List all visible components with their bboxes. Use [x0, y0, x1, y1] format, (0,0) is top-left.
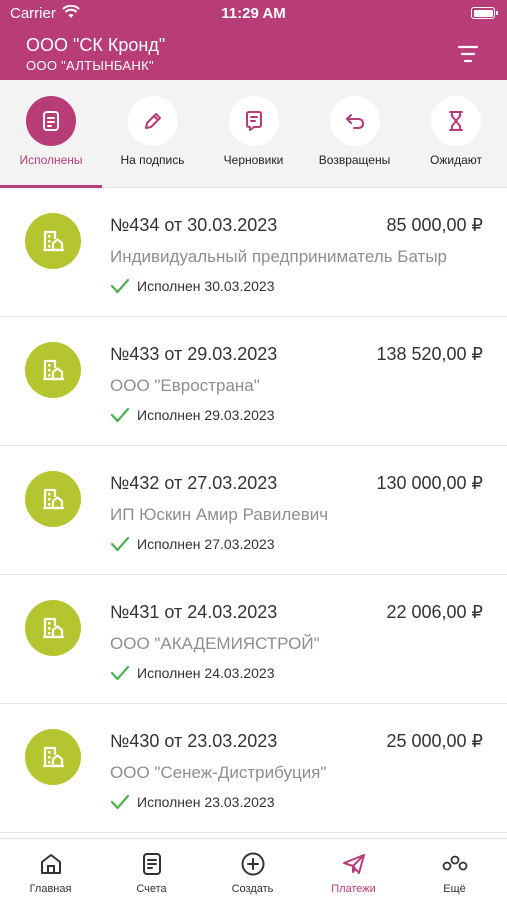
building-icon — [25, 342, 81, 398]
payment-payee: ООО "Сенеж-Дистрибуция" — [110, 763, 327, 782]
more-icon — [442, 855, 468, 871]
payment-row[interactable]: №432 от 27.03.2023 130 000,00 ₽ ИП Юскин… — [0, 446, 507, 575]
document-icon — [26, 96, 76, 146]
payment-number: №432 от 27.03.2023 — [110, 473, 278, 493]
payment-row[interactable]: №433 от 29.03.2023 138 520,00 ₽ ООО "Евр… — [0, 317, 507, 446]
payment-amount: 25 000,00 ₽ — [386, 731, 483, 751]
tab-label: Исполнены — [19, 153, 83, 167]
payment-amount: 138 520,00 ₽ — [376, 344, 483, 364]
payment-payee: Индивидуальный предприниматель Батыр — [110, 247, 447, 266]
send-icon — [343, 854, 365, 874]
nav-create[interactable]: Создать — [202, 839, 303, 900]
return-icon — [330, 96, 380, 146]
status-time: 11:29 AM — [221, 5, 286, 22]
payment-amount: 85 000,00 ₽ — [386, 215, 483, 235]
bank-name: ООО "АЛТЫНБАНК" — [26, 58, 154, 73]
home-icon — [41, 854, 61, 874]
nav-label: Создать — [231, 883, 274, 895]
nav-accounts[interactable]: Счета — [101, 839, 202, 900]
building-icon — [25, 600, 81, 656]
tab-executed[interactable]: Исполнены — [0, 80, 102, 188]
accounts-icon — [143, 853, 161, 875]
pen-icon — [128, 96, 178, 146]
nav-more[interactable]: Ещё — [404, 839, 505, 900]
building-icon — [25, 729, 81, 785]
payment-status: Исполнен 23.03.2023 — [137, 794, 275, 810]
payment-status: Исполнен 29.03.2023 — [137, 407, 275, 423]
checkmark-icon — [110, 407, 130, 423]
tab-drafts[interactable]: Черновики — [203, 80, 304, 188]
nav-home[interactable]: Главная — [0, 839, 101, 900]
payment-payee: ИП Юскин Амир Равилевич — [110, 505, 329, 524]
filter-icon[interactable] — [457, 44, 479, 64]
payment-status: Исполнен 24.03.2023 — [137, 665, 275, 681]
nav-payments[interactable]: Платежи — [303, 839, 404, 900]
payment-row[interactable]: №434 от 30.03.2023 85 000,00 ₽ Индивидуа… — [0, 188, 507, 317]
nav-label: Главная — [29, 883, 72, 895]
company-name[interactable]: ООО "СК Кронд" — [26, 35, 165, 56]
payment-payee: ООО "АКАДЕМИЯСТРОЙ" — [110, 634, 320, 653]
tab-label: Ожидают — [430, 153, 482, 167]
payment-number: №430 от 23.03.2023 — [110, 731, 278, 751]
payment-status: Исполнен 27.03.2023 — [137, 536, 275, 552]
payment-status: Исполнен 30.03.2023 — [137, 278, 275, 294]
checkmark-icon — [110, 665, 130, 681]
tab-label: Черновики — [223, 153, 284, 167]
payment-number: №433 от 29.03.2023 — [110, 344, 278, 364]
checkmark-icon — [110, 536, 130, 552]
app-header: ООО "СК Кронд" ООО "АЛТЫНБАНК" — [0, 28, 507, 80]
draft-icon — [229, 96, 279, 146]
building-icon — [25, 213, 81, 269]
payment-number: №431 от 24.03.2023 — [110, 602, 278, 622]
plus-circle-icon — [241, 852, 265, 876]
nav-label: Счета — [136, 883, 167, 895]
hourglass-icon — [431, 96, 481, 146]
checkmark-icon — [110, 794, 130, 810]
bottom-navigation: Главная Счета Создать Платежи Ещё — [0, 838, 507, 900]
status-bar: Carrier 11:29 AM — [0, 0, 507, 28]
battery-icon — [471, 7, 498, 19]
payment-number: №434 от 30.03.2023 — [110, 215, 278, 235]
tab-label: Возвращены — [318, 153, 391, 167]
building-icon — [25, 471, 81, 527]
nav-label: Ещё — [443, 883, 466, 895]
payment-payee: ООО "Евространа" — [110, 376, 260, 395]
payment-row[interactable]: №430 от 23.03.2023 25 000,00 ₽ ООО "Сене… — [0, 704, 507, 833]
tab-label: На подпись — [120, 153, 185, 167]
payments-list: №434 от 30.03.2023 85 000,00 ₽ Индивидуа… — [0, 188, 507, 838]
tab-pending[interactable]: Ожидают — [405, 80, 507, 188]
tab-for-signature[interactable]: На подпись — [102, 80, 203, 188]
payment-amount: 22 006,00 ₽ — [386, 602, 483, 622]
tab-returned[interactable]: Возвращены — [304, 80, 405, 188]
payment-status-tabs: Исполнены На подпись Черновики Возвращен… — [0, 80, 507, 188]
payment-row[interactable]: №431 от 24.03.2023 22 006,00 ₽ ООО "АКАД… — [0, 575, 507, 704]
checkmark-icon — [110, 278, 130, 294]
nav-label: Платежи — [331, 883, 376, 895]
payment-amount: 130 000,00 ₽ — [376, 473, 483, 493]
